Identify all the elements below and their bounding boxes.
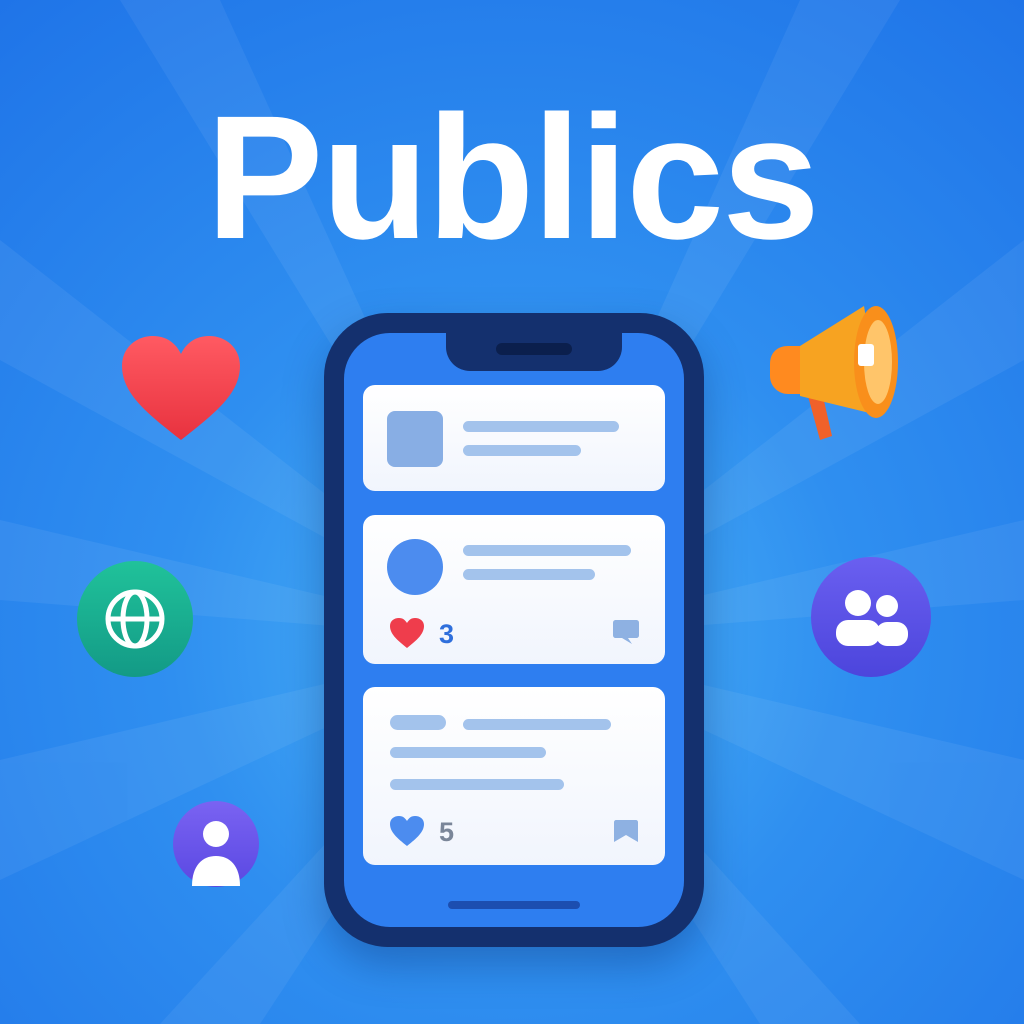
megaphone-icon — [770, 306, 898, 440]
avatar-placeholder — [387, 539, 443, 595]
feed-card-image-post[interactable] — [363, 385, 665, 491]
text-line-placeholder — [463, 421, 619, 432]
like-count: 5 — [439, 817, 455, 847]
heart-icon — [122, 336, 240, 440]
text-line-placeholder — [390, 779, 564, 790]
tag-placeholder — [390, 715, 446, 730]
group-icon — [811, 557, 931, 677]
home-indicator[interactable] — [448, 901, 580, 909]
phone-notch — [446, 333, 622, 371]
phone-mockup: 3 5 — [324, 313, 704, 947]
phone-screen: 3 5 — [344, 333, 684, 927]
bookmark-icon[interactable] — [613, 819, 639, 843]
like-count: 3 — [439, 619, 455, 649]
user-icon — [173, 801, 259, 887]
text-line-placeholder — [463, 445, 581, 456]
text-line-placeholder — [463, 545, 631, 556]
globe-icon — [77, 561, 193, 677]
image-thumbnail-placeholder — [387, 411, 443, 467]
text-line-placeholder — [463, 719, 611, 730]
app-title: Publics — [206, 80, 820, 276]
phone-speaker — [496, 343, 572, 355]
feed-card-text-post[interactable]: 5 — [363, 687, 665, 865]
text-line-placeholder — [463, 569, 595, 580]
heart-outline-icon[interactable] — [389, 815, 425, 847]
comment-icon[interactable] — [612, 619, 640, 645]
feed-card-avatar-post[interactable]: 3 — [363, 515, 665, 664]
text-line-placeholder — [390, 747, 546, 758]
heart-filled-icon[interactable] — [389, 617, 425, 649]
